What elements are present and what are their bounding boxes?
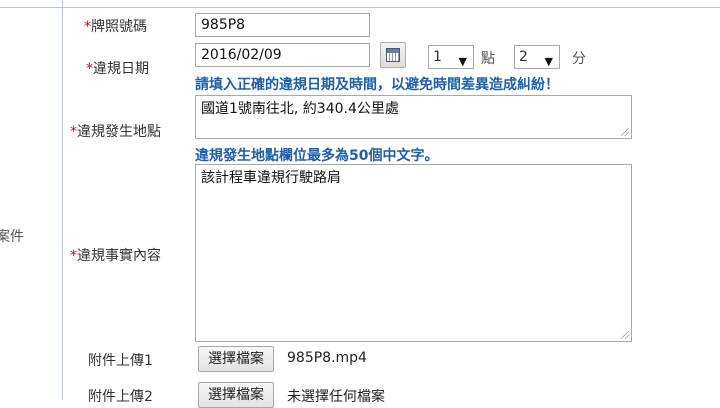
attachment2-label: 附件上傳2 — [88, 389, 153, 405]
required-mark: * — [70, 124, 77, 140]
hour-select[interactable]: 1 ▼ — [428, 45, 474, 69]
date-input[interactable]: 2016/02/09 — [195, 43, 370, 67]
location-value: 國道1號南往北, 約340.4公里處 — [201, 101, 399, 117]
date-label: *違規日期 — [86, 58, 149, 78]
hour-select-value: 1 — [433, 49, 442, 65]
required-mark: * — [86, 61, 93, 77]
minute-select-value: 2 — [519, 49, 528, 65]
attachment1-file-name: 985P8.mp4 — [287, 350, 367, 366]
facts-value: 該計程車違規行駛路肩 — [201, 170, 341, 186]
dropdown-arrow-icon: ▼ — [544, 55, 553, 68]
facts-textarea[interactable]: 該計程車違規行駛路肩 — [195, 164, 632, 342]
resize-grip-icon[interactable] — [621, 331, 629, 339]
attachment1-label: 附件上傳1 — [88, 353, 153, 369]
table-column-divider — [62, 0, 63, 400]
minute-select[interactable]: 2 ▼ — [514, 45, 560, 69]
attachment2-choose-button[interactable]: 選擇檔案 — [198, 382, 274, 408]
plate-label: *牌照號碼 — [84, 16, 147, 36]
facts-label: *違規事實內容 — [70, 245, 161, 265]
date-hint: 請填入正確的違規日期及時間，以避免時間差異造成糾紛！ — [195, 77, 559, 93]
category-label: 案件 — [0, 229, 24, 245]
location-hint: 違規發生地點欄位最多為50個中文字。 — [195, 148, 439, 164]
facts-label-text: 違規事實內容 — [77, 248, 161, 264]
table-top-border — [0, 7, 720, 8]
location-textarea[interactable]: 國道1號南往北, 約340.4公里處 — [195, 95, 632, 139]
minute-unit: 分 — [572, 51, 586, 67]
calendar-icon — [386, 48, 400, 62]
resize-grip-icon[interactable] — [621, 128, 629, 136]
violation-report-form: 案件 *牌照號碼 985P8 *違規日期 2016/02/09 1 ▼ 點 2 … — [0, 0, 720, 408]
dropdown-arrow-icon: ▼ — [458, 55, 467, 68]
plate-input[interactable]: 985P8 — [195, 13, 370, 37]
location-label-text: 違規發生地點 — [77, 124, 161, 140]
location-label: *違規發生地點 — [70, 121, 161, 141]
hour-unit: 點 — [481, 51, 495, 67]
required-mark: * — [70, 248, 77, 264]
calendar-button[interactable] — [380, 42, 406, 68]
attachment1-choose-button[interactable]: 選擇檔案 — [198, 346, 274, 372]
required-mark: * — [84, 19, 91, 35]
plate-label-text: 牌照號碼 — [91, 19, 147, 35]
date-label-text: 違規日期 — [93, 61, 149, 77]
attachment2-file-name: 未選擇任何檔案 — [287, 389, 385, 405]
